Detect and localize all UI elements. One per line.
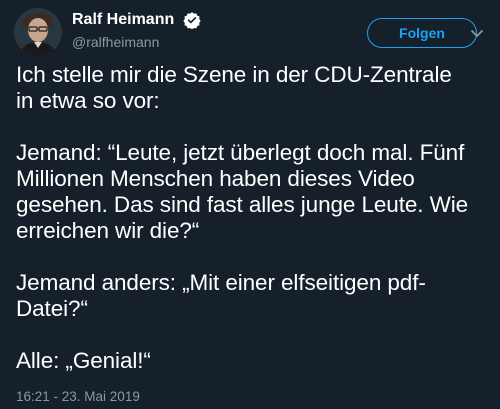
- chevron-down-icon[interactable]: [464, 23, 490, 45]
- tweet-paragraph: Jemand: “Leute, jetzt überlegt doch mal.…: [16, 140, 469, 243]
- tweet-timestamp[interactable]: 16:21 - 23. Mai 2019: [16, 388, 140, 406]
- follow-button[interactable]: Folgen: [367, 18, 477, 48]
- tweet-text: Ich stelle mir die Szene in der CDU-Zent…: [16, 62, 491, 374]
- profile-photo-icon: [14, 8, 62, 56]
- tweet-header: Ralf Heimann @ralfheimann Folgen: [12, 6, 492, 56]
- display-name[interactable]: Ralf Heimann: [72, 10, 174, 30]
- tweet: Ralf Heimann @ralfheimann Folgen Ich ste…: [0, 0, 500, 409]
- handle[interactable]: @ralfheimann: [72, 32, 201, 52]
- avatar[interactable]: [14, 8, 62, 56]
- tweet-paragraph: Alle: „Genial!“: [16, 348, 151, 373]
- tweet-paragraph: Jemand anders: „Mit einer elfseitigen pd…: [16, 270, 426, 321]
- tweet-paragraph: Ich stelle mir die Szene in der CDU-Zent…: [16, 62, 452, 113]
- verified-badge-icon: [183, 11, 201, 30]
- author-block[interactable]: Ralf Heimann @ralfheimann: [72, 10, 201, 52]
